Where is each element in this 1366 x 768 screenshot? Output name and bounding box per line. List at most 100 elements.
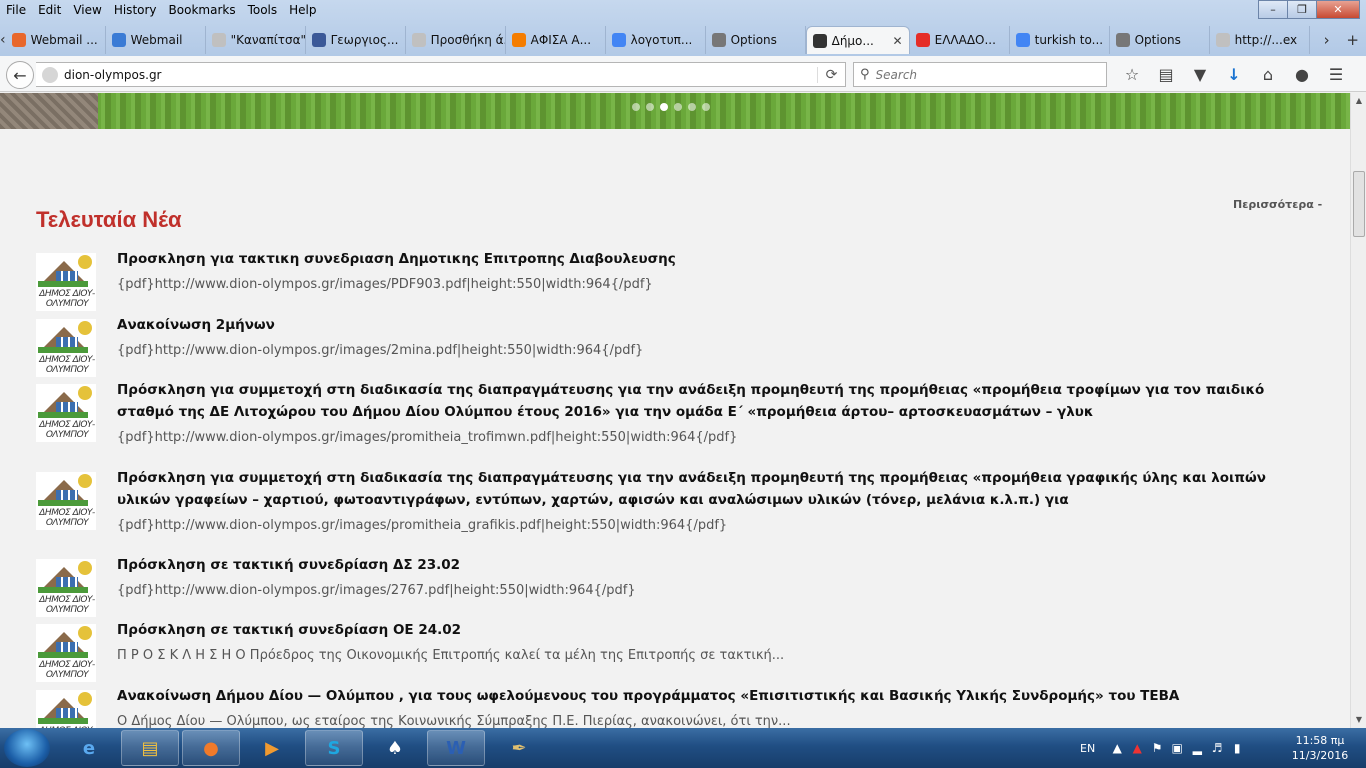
- youtube-icon: [915, 33, 930, 47]
- close-tab-icon[interactable]: ✕: [889, 34, 903, 48]
- logo-label: ΔΗΜΟΣ ΔΙΟΥ-ΟΛΥΜΠΟΥ: [39, 595, 95, 615]
- tab-12[interactable]: http://...ex: [1210, 26, 1310, 54]
- action-center-flag-icon[interactable]: ⚑: [1147, 741, 1167, 755]
- network-signal-icon[interactable]: ▂: [1187, 741, 1207, 755]
- news-headline-link[interactable]: Πρόσκληση για συμμετοχή στη διαδικασία τ…: [117, 467, 1322, 511]
- municipality-logo-thumbnail[interactable]: ΔΗΜΟΣ ΔΙΟΥ-ΟΛΥΜΠΟΥ: [36, 624, 96, 682]
- news-excerpt: {pdf}http://www.dion-olympos.gr/images/2…: [117, 583, 636, 598]
- word-icon[interactable]: W: [427, 730, 485, 766]
- news-headline-link[interactable]: Πρόσκληση σε τακτική συνεδρίαση ΔΣ 23.02: [117, 554, 1322, 576]
- tab-4[interactable]: Προσθήκη ά...: [406, 26, 506, 54]
- explorer-icon[interactable]: ▤: [121, 730, 179, 766]
- back-button[interactable]: ←: [6, 61, 34, 89]
- tab-label: λογοτυπ...: [630, 33, 693, 47]
- tab-7[interactable]: Options: [706, 26, 806, 54]
- banner-image: [0, 93, 98, 129]
- ie-icon[interactable]: e: [60, 730, 118, 766]
- logo-label: ΔΗΜΟΣ ΔΙΟΥ-ΟΛΥΜΠΟΥ: [39, 355, 95, 375]
- news-headline-link[interactable]: Ανακοίνωση 2μήνων: [117, 314, 1322, 336]
- media-player-icon[interactable]: ▶: [243, 730, 301, 766]
- menu-view[interactable]: View: [67, 3, 107, 17]
- power-icon[interactable]: ▮: [1227, 741, 1247, 755]
- windows-taskbar: e ▤ ● ▶ S ♠ W ✒ EN ▲ ▲ ⚑ ▣ ▂ ♬ ▮ 11:58 πμ 11/3/…: [0, 728, 1366, 768]
- municipality-logo-thumbnail[interactable]: ΔΗΜΟΣ ΔΙΟΥ-ΟΛΥΜΠΟΥ: [36, 384, 96, 442]
- tab-10[interactable]: turkish to...: [1010, 26, 1110, 54]
- menu-bookmarks[interactable]: Bookmarks: [163, 3, 242, 17]
- tab-label: Options: [730, 33, 777, 47]
- clock[interactable]: 11:58 πμ 11/3/2016: [1285, 733, 1355, 763]
- slide-dot[interactable]: [646, 103, 654, 111]
- news-headline-link[interactable]: Πρόσκληση σε τακτική συνεδρίαση ΟΕ 24.02: [117, 619, 1322, 641]
- show-hidden-icons-icon[interactable]: ▲: [1107, 741, 1127, 755]
- volume-icon[interactable]: ♬: [1207, 741, 1227, 755]
- municipality-logo-thumbnail[interactable]: ΔΗΜΟΣ ΔΙΟΥ-ΟΛΥΜΠΟΥ: [36, 472, 96, 530]
- address-bar[interactable]: dion-olympos.gr ⟳: [36, 62, 846, 87]
- new-tab-button[interactable]: +: [1340, 31, 1366, 49]
- scroll-up-arrow-icon[interactable]: ▲: [1351, 93, 1366, 109]
- blank-icon: [211, 33, 226, 47]
- municipality-logo-thumbnail[interactable]: ΔΗΜΟΣ ΔΙΟΥ-ΟΛΥΜΠΟΥ: [36, 253, 96, 311]
- menu-file[interactable]: File: [0, 3, 32, 17]
- site-identity-icon[interactable]: [42, 66, 58, 83]
- paint-icon[interactable]: ✒: [490, 730, 548, 766]
- bookmark-star-icon[interactable]: ☆: [1115, 62, 1149, 87]
- solitaire-icon[interactable]: ♠: [366, 730, 424, 766]
- restore-button[interactable]: ❐: [1287, 0, 1317, 19]
- tab-8[interactable]: Δήμο... ✕: [805, 26, 910, 54]
- municipality-logo-thumbnail[interactable]: ΔΗΜΟΣ ΔΙΟΥ-ΟΛΥΜΠΟΥ: [36, 319, 96, 377]
- slide-dot[interactable]: [688, 103, 696, 111]
- menu-bar: File Edit View History Bookmarks Tools H…: [0, 0, 1250, 20]
- firefox-icon[interactable]: ●: [182, 730, 240, 766]
- scroll-down-arrow-icon[interactable]: ▼: [1351, 712, 1366, 728]
- antivirus-icon[interactable]: ▲: [1127, 741, 1147, 755]
- tab-3[interactable]: Γεωργιος...: [306, 26, 406, 54]
- home-icon[interactable]: ⌂: [1251, 62, 1285, 87]
- tab-1[interactable]: Webmail: [106, 26, 206, 54]
- news-headline-link[interactable]: Πρόσκληση για συμμετοχή στη διαδικασία τ…: [117, 379, 1322, 423]
- language-indicator[interactable]: EN: [1080, 742, 1095, 755]
- scrollbar-thumb[interactable]: [1353, 171, 1365, 237]
- news-excerpt: {pdf}http://www.dion-olympos.gr/images/2…: [117, 343, 644, 358]
- news-headline-link[interactable]: Προσκληση για τακτικη συνεδριαση Δημοτικ…: [117, 248, 1322, 270]
- url-text[interactable]: dion-olympos.gr: [64, 68, 162, 82]
- municipality-logo-thumbnail[interactable]: ΔΗΜΟΣ ΔΙΟΥ-ΟΛΥΜΠΟΥ: [36, 559, 96, 617]
- tab-11[interactable]: Options: [1110, 26, 1210, 54]
- slide-dot[interactable]: [702, 103, 710, 111]
- skype-icon[interactable]: S: [305, 730, 363, 766]
- blank-icon: [1215, 33, 1230, 47]
- vertical-scrollbar[interactable]: ▲ ▼: [1350, 93, 1366, 728]
- downloads-icon[interactable]: ↓: [1217, 62, 1251, 87]
- section-title: Τελευταία Νέα: [36, 207, 182, 232]
- pocket-icon[interactable]: ▼: [1183, 62, 1217, 87]
- more-news-link[interactable]: Περισσότερα -: [1233, 198, 1322, 211]
- news-excerpt: Ο Δήμος Δίου — Ολύμπου, ως εταίρος της Κ…: [117, 714, 791, 728]
- menu-tools[interactable]: Tools: [242, 3, 284, 17]
- menu-help[interactable]: Help: [283, 3, 322, 17]
- browser-title-area: File Edit View History Bookmarks Tools H…: [0, 0, 1366, 56]
- tab-2[interactable]: "Καναπίτσα" ...: [206, 26, 306, 54]
- slide-dot-active[interactable]: [660, 103, 668, 111]
- chat-icon[interactable]: ●: [1285, 62, 1319, 87]
- municipality-logo-thumbnail[interactable]: ΔΗΜΟΣ ΔΙΟΥ-ΟΛΥΜΠΟΥ: [36, 690, 96, 728]
- tab-9[interactable]: ΕΛΛΑΔΟ...: [910, 26, 1010, 54]
- menu-edit[interactable]: Edit: [32, 3, 67, 17]
- menu-history[interactable]: History: [108, 3, 163, 17]
- reading-list-icon[interactable]: ▤: [1149, 62, 1183, 87]
- menu-hamburger-icon[interactable]: ☰: [1319, 62, 1353, 87]
- close-window-button[interactable]: ✕: [1316, 0, 1360, 19]
- start-button[interactable]: [4, 729, 50, 767]
- back-arrow-icon: ←: [13, 65, 27, 85]
- search-box[interactable]: ⚲: [853, 62, 1107, 87]
- slide-dot[interactable]: [632, 103, 640, 111]
- tab-scroll-right-button[interactable]: ›: [1314, 31, 1340, 49]
- reload-icon[interactable]: ⟳: [817, 66, 845, 83]
- search-input[interactable]: [875, 67, 1076, 82]
- news-headline-link[interactable]: Ανακοίνωση Δήμου Δίου — Ολύμπου , για το…: [117, 685, 1322, 707]
- display-icon[interactable]: ▣: [1167, 741, 1187, 755]
- minimize-button[interactable]: –: [1258, 0, 1288, 19]
- tab-6[interactable]: λογοτυπ...: [606, 26, 706, 54]
- slide-dot[interactable]: [674, 103, 682, 111]
- tab-5[interactable]: ΑΦΙΣΑ Α...: [506, 26, 606, 54]
- tab-0[interactable]: Webmail ...: [6, 26, 106, 54]
- window-controls: – ❐ ✕: [1258, 0, 1360, 19]
